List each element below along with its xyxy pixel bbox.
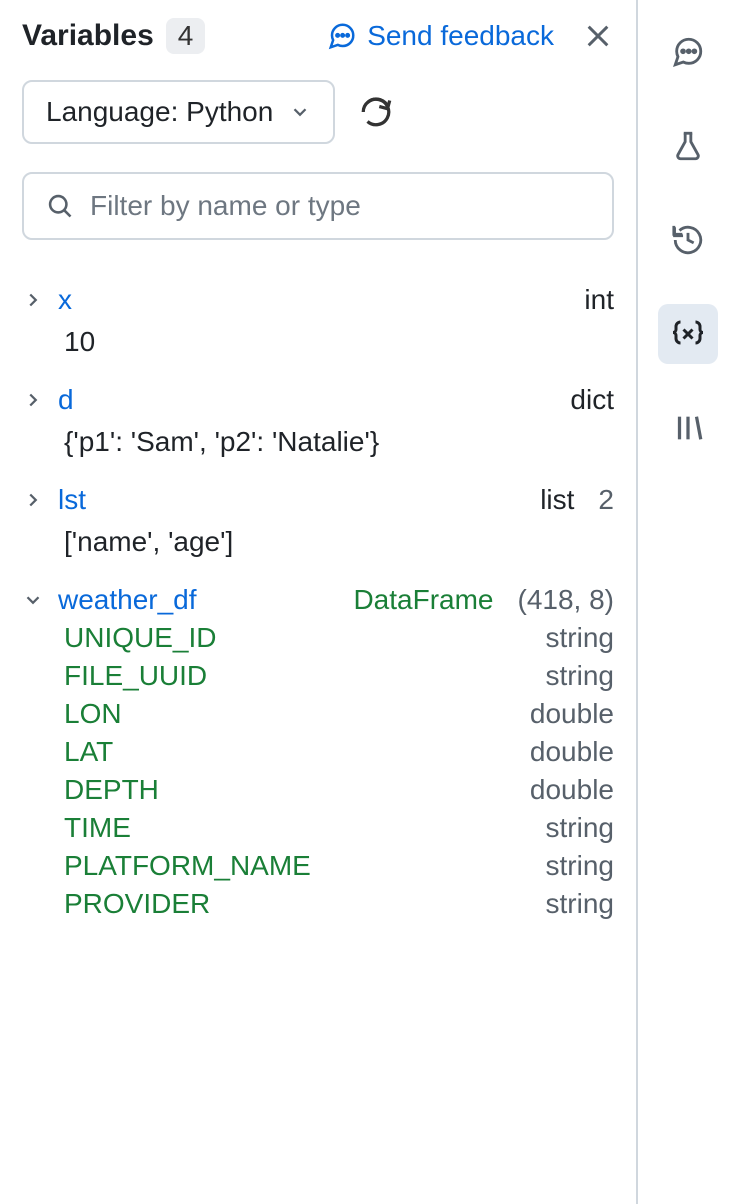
- chevron-right-icon: [22, 389, 44, 411]
- dataframe-column-row[interactable]: UNIQUE_ID string: [64, 622, 614, 654]
- dataframe-column-row[interactable]: LAT double: [64, 736, 614, 768]
- dataframe-column-type: string: [546, 660, 614, 692]
- dataframe-column-type: string: [546, 622, 614, 654]
- side-rail: [638, 0, 738, 1204]
- filter-input[interactable]: [90, 190, 590, 222]
- variable-type: list: [540, 484, 574, 516]
- dataframe-column-row[interactable]: PLATFORM_NAME string: [64, 850, 614, 882]
- refresh-button[interactable]: [359, 95, 393, 129]
- variable-type: DataFrame: [353, 584, 493, 616]
- variable-item: lst list 2['name', 'age']: [22, 476, 614, 576]
- side-columns-button[interactable]: [658, 398, 718, 458]
- variable-header[interactable]: d dict: [22, 384, 614, 416]
- dataframe-columns: UNIQUE_IDstringFILE_UUIDstringLONdoubleL…: [22, 616, 614, 920]
- close-button[interactable]: [582, 20, 614, 52]
- variable-name: lst: [58, 484, 86, 516]
- dataframe-column-row[interactable]: LON double: [64, 698, 614, 730]
- chevron-right-icon: [22, 489, 44, 511]
- variable-header[interactable]: weather_df DataFrame (418, 8): [22, 584, 614, 616]
- search-icon: [46, 192, 74, 220]
- variable-name: weather_df: [58, 584, 197, 616]
- dataframe-column-name: LAT: [64, 736, 113, 768]
- variable-header[interactable]: lst list 2: [22, 484, 614, 516]
- variable-item: weather_dfDataFrame(418, 8)UNIQUE_IDstri…: [22, 576, 614, 938]
- variables-list: x int10 d dict{'p1': 'Sam', 'p2': 'Natalie'…: [22, 276, 614, 938]
- variable-name: d: [58, 384, 74, 416]
- variable-header[interactable]: x int: [22, 284, 614, 316]
- variable-extra: 2: [598, 484, 614, 516]
- dataframe-column-row[interactable]: DEPTH double: [64, 774, 614, 806]
- dataframe-column-type: double: [530, 698, 614, 730]
- dataframe-column-type: double: [530, 736, 614, 768]
- language-select[interactable]: Language: Python: [22, 80, 335, 144]
- variable-extra: (418, 8): [518, 584, 615, 616]
- variable-type: int: [584, 284, 614, 316]
- dataframe-column-type: double: [530, 774, 614, 806]
- dataframe-column-type: string: [546, 888, 614, 920]
- variable-name: x: [58, 284, 72, 316]
- dataframe-column-name: TIME: [64, 812, 131, 844]
- side-history-button[interactable]: [658, 210, 718, 270]
- language-select-label: Language: Python: [46, 96, 273, 128]
- controls-row: Language: Python: [22, 80, 614, 144]
- dataframe-column-name: DEPTH: [64, 774, 159, 806]
- variable-value: {'p1': 'Sam', 'p2': 'Natalie'}: [22, 416, 614, 458]
- dataframe-column-type: string: [546, 850, 614, 882]
- dataframe-column-row[interactable]: PROVIDER string: [64, 888, 614, 920]
- filter-box[interactable]: [22, 172, 614, 240]
- chevron-right-icon: [22, 289, 44, 311]
- dataframe-column-name: FILE_UUID: [64, 660, 207, 692]
- variable-item: x int10: [22, 276, 614, 376]
- feedback-icon: [327, 21, 357, 51]
- variable-count-badge: 4: [166, 18, 206, 54]
- dataframe-column-row[interactable]: FILE_UUID string: [64, 660, 614, 692]
- panel-title: Variables: [22, 19, 154, 53]
- send-feedback-label: Send feedback: [367, 20, 554, 52]
- variable-value: 10: [22, 316, 614, 358]
- dataframe-column-name: LON: [64, 698, 122, 730]
- dataframe-column-row[interactable]: TIME string: [64, 812, 614, 844]
- dataframe-column-name: PLATFORM_NAME: [64, 850, 311, 882]
- side-experiments-button[interactable]: [658, 116, 718, 176]
- variables-panel: Variables 4 Send feedback Language: Pyt: [0, 0, 638, 1204]
- panel-header: Variables 4 Send feedback: [22, 18, 614, 54]
- dataframe-column-name: UNIQUE_ID: [64, 622, 216, 654]
- send-feedback-link[interactable]: Send feedback: [327, 20, 554, 52]
- chevron-down-icon: [22, 589, 44, 611]
- dataframe-column-name: PROVIDER: [64, 888, 210, 920]
- side-variables-button[interactable]: [658, 304, 718, 364]
- variable-item: d dict{'p1': 'Sam', 'p2': 'Natalie'}: [22, 376, 614, 476]
- chevron-down-icon: [289, 101, 311, 123]
- dataframe-column-type: string: [546, 812, 614, 844]
- side-comments-button[interactable]: [658, 22, 718, 82]
- variable-type: dict: [570, 384, 614, 416]
- variable-value: ['name', 'age']: [22, 516, 614, 558]
